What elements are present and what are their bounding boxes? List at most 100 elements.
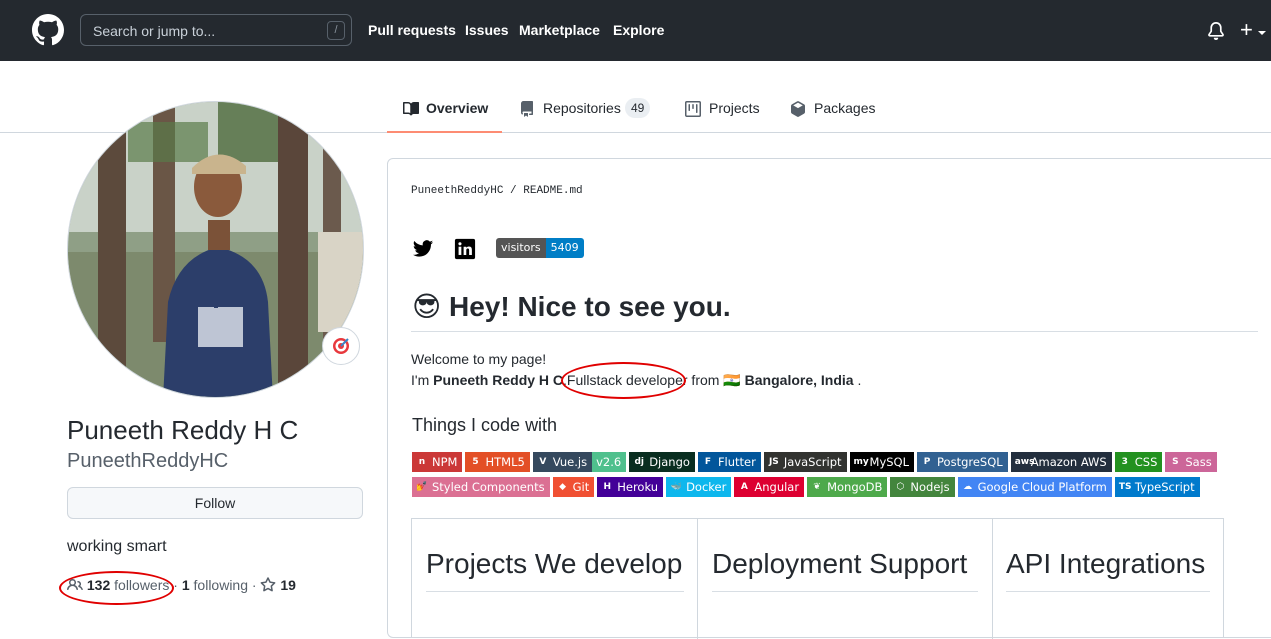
css-icon: 3 [1121,457,1128,467]
badge-body: ☁ Google Cloud Platform [957,477,1112,497]
badge-typescript[interactable]: TS TypeScript [1114,477,1200,497]
styled-components-icon: 💅 [416,482,428,492]
badge-html5[interactable]: 5 HTML5 [465,452,530,472]
badge-body: dj Django [629,452,695,472]
nav-issues[interactable]: Issues [465,22,509,38]
badge-vue-js[interactable]: V Vue.js v2.6 [532,452,627,472]
status-emoji-button[interactable] [322,327,360,365]
vue-js-icon: V [539,457,547,467]
badge-mysql[interactable]: my MySQL [849,452,915,472]
django-icon: dj [634,457,644,467]
intro-from: from [687,372,724,388]
badge-label: Nodejs [910,480,950,494]
search-placeholder: Search or jump to... [93,23,216,39]
badge-docker[interactable]: 🐳 Docker [666,477,732,497]
badge-label: Angular [754,480,800,494]
badge-label: Docker [686,480,727,494]
readme-owner-link[interactable]: PuneethReddyHC [411,185,503,197]
following-label: following [193,577,249,593]
tab-label: Repositories [543,100,621,116]
git-icon: ◆ [559,482,567,492]
visitors-badge: visitors 5409 [496,238,584,258]
twitter-icon[interactable] [412,238,434,260]
star-icon [261,577,276,592]
badge-django[interactable]: dj Django [629,452,695,472]
direct-hit-icon [333,338,349,354]
badge-body: V Vue.js [532,452,593,472]
badge-npm[interactable]: n NPM [412,452,463,472]
avatar-photo [68,102,363,397]
tab-repositories[interactable]: Repositories 49 [519,96,659,132]
badge-amazon-aws[interactable]: aws Amazon AWS [1010,452,1112,472]
badge-body: 🐳 Docker [666,477,732,497]
tab-label: Projects [709,100,760,116]
badge-label: NPM [432,455,458,469]
tab-projects[interactable]: Projects [685,96,765,132]
badge-body: F Flutter [697,452,761,472]
badge-body: ❦ MongoDB [807,477,888,497]
table-col-divider [992,519,993,639]
create-new-caret-icon [1258,31,1266,35]
badge-sass[interactable]: S Sass [1165,452,1217,472]
badge-label: Flutter [717,455,756,469]
tab-packages[interactable]: Packages [790,96,875,132]
google-cloud-platform-icon: ☁ [963,482,973,492]
book-icon [403,101,419,116]
badge-body: S Sass [1165,452,1217,472]
badge-styled-components[interactable]: 💅 Styled Components [412,477,550,497]
badge-flutter[interactable]: F Flutter [697,452,761,472]
badge-body: ◆ Git [552,477,595,497]
badge-label: JavaScript [783,455,842,469]
following-link[interactable]: 1 following [182,577,248,593]
badge-heroku[interactable]: H Heroku [597,477,664,497]
amazon-aws-icon: aws [1014,457,1035,467]
npm-icon: n [418,457,426,467]
readme-file-link[interactable]: README.md [523,185,582,197]
followers-link[interactable]: 132 followers [87,577,170,593]
badge-css[interactable]: 3 CSS [1114,452,1163,472]
badge-postgresql[interactable]: P PostgreSQL [917,452,1008,472]
badge-google-cloud-platform[interactable]: ☁ Google Cloud Platform [957,477,1112,497]
tab-label: Overview [426,100,489,116]
badge-body: JS JavaScript [763,452,847,472]
profile-stats: 132 followers · 1 following · 19 [67,577,296,597]
table-header-rule [426,591,684,592]
postgresql-icon: P [923,457,931,467]
follow-button[interactable]: Follow [67,487,363,519]
avatar[interactable] [67,101,364,398]
html5-icon: 5 [472,457,479,467]
badge-nodejs[interactable]: ⬡ Nodejs [890,477,955,497]
linkedin-icon[interactable] [454,238,476,260]
intro-name: Puneeth Reddy H C [433,372,564,388]
sunglasses-icon: 😎 [412,291,442,322]
javascript-icon: JS [768,457,779,467]
badge-angular[interactable]: A Angular [734,477,805,497]
badge-body: 3 CSS [1114,452,1163,472]
badge-javascript[interactable]: JS JavaScript [763,452,847,472]
readme-heading: 😎 Hey! Nice to see you. [412,290,731,323]
profile-login: PuneethReddyHC [67,450,229,472]
nav-explore[interactable]: Explore [613,22,664,38]
github-logo-icon[interactable] [32,14,64,46]
tech-badges-row-1: n NPM 5 HTML5 V Vue.js v2.6 dj Django F Flutter JS J… [412,452,1217,472]
followers-count: 132 [86,577,111,593]
nav-marketplace[interactable]: Marketplace [519,22,600,38]
badge-body: H Heroku [597,477,664,497]
notification-bell-icon[interactable] [1207,22,1225,40]
things-heading: Things I code with [412,415,558,435]
stars-link[interactable]: 19 [260,577,296,593]
followers-label: followers [114,577,170,593]
search-input[interactable]: Search or jump to... / [80,14,352,46]
readme-path: PuneethReddyHC / README.md [411,185,583,197]
create-new-button[interactable]: + [1240,14,1253,46]
tab-overview[interactable]: Overview [387,96,502,133]
nav-pull-requests[interactable]: Pull requests [368,22,456,38]
project-icon [685,101,701,117]
badge-version: v2.6 [592,452,627,472]
welcome-text: Welcome to my page! [411,351,547,367]
visitors-label: visitors [496,238,546,258]
package-icon [791,101,805,117]
badge-label: MongoDB [827,480,883,494]
badge-mongodb[interactable]: ❦ MongoDB [807,477,888,497]
badge-git[interactable]: ◆ Git [552,477,595,497]
